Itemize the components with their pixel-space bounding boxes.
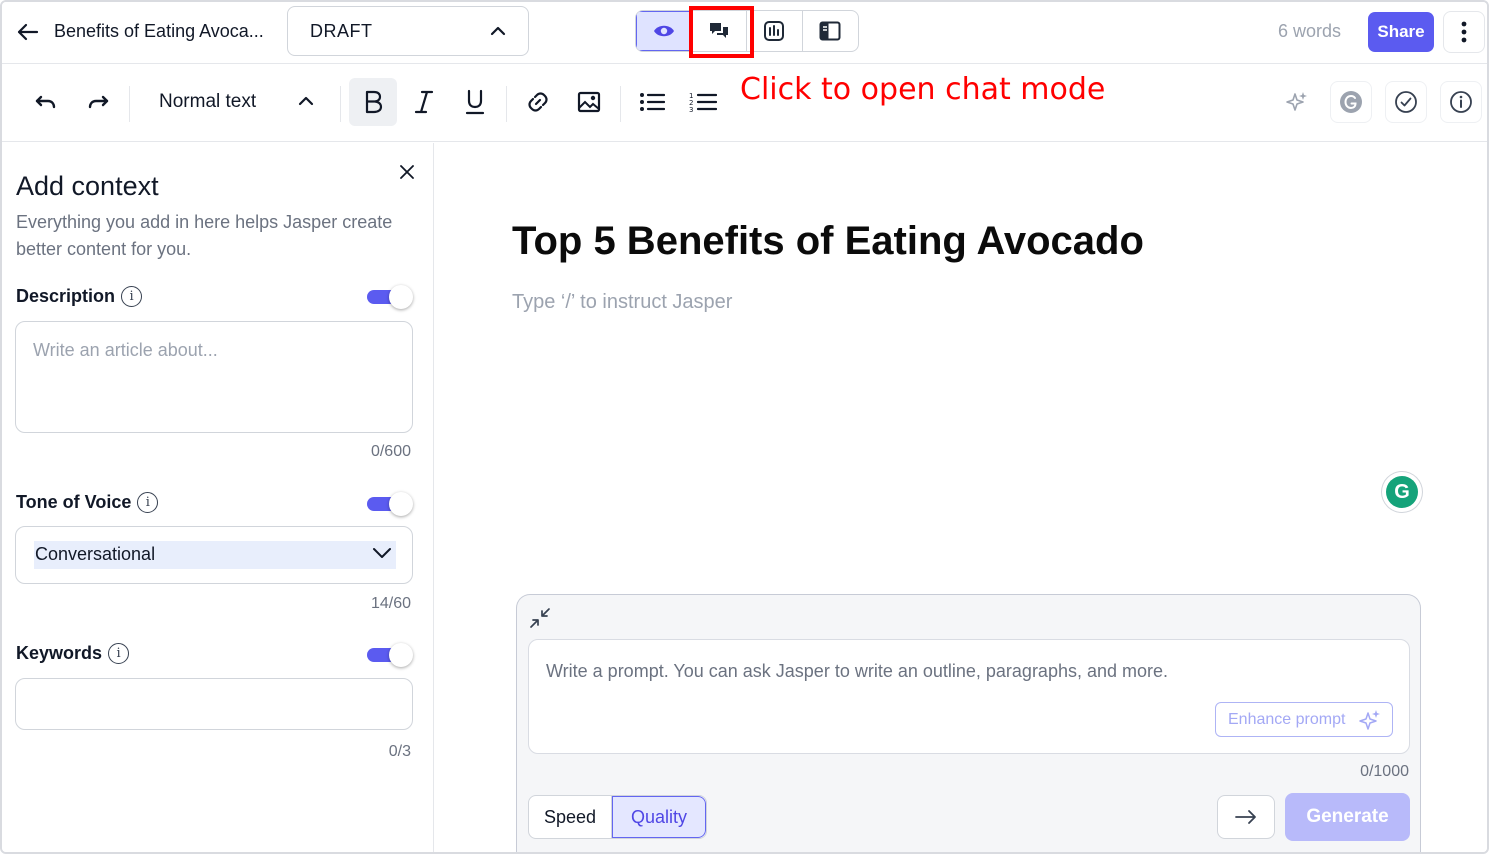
sparkle-icon <box>1359 710 1380 730</box>
underline-icon[interactable] <box>453 78 497 126</box>
info-icon[interactable]: i <box>108 643 130 664</box>
description-placeholder: Write an article about... <box>33 340 218 360</box>
share-button[interactable]: Share <box>1368 12 1434 52</box>
chat-icon <box>709 23 728 38</box>
description-textarea[interactable]: Write an article about... <box>15 321 413 433</box>
collapse-icon[interactable] <box>527 605 553 631</box>
annotation-label: Click to open chat mode <box>740 72 1106 107</box>
description-counter: 0/600 <box>370 443 411 460</box>
context-sidebar: Add context Everything you add in here h… <box>2 143 434 852</box>
editor-placeholder[interactable]: Type ‘/’ to instruct Jasper <box>512 291 732 314</box>
word-count: 6 words <box>1278 21 1342 41</box>
redo-icon[interactable] <box>76 78 120 126</box>
document-heading[interactable]: Top 5 Benefits of Eating Avocado <box>512 219 1144 264</box>
tone-toggle[interactable] <box>367 491 413 517</box>
text-style-label: Normal text <box>159 91 257 112</box>
sidebar-title: Add context <box>16 171 159 201</box>
numbered-list-icon[interactable]: 123 <box>681 78 725 126</box>
analytics-icon <box>764 21 785 41</box>
bullet-list-icon[interactable] <box>630 78 674 126</box>
keywords-input[interactable] <box>15 678 413 730</box>
enhance-prompt-label: Enhance prompt <box>1228 710 1346 728</box>
toolbar-divider <box>506 86 507 122</box>
more-options-icon[interactable] <box>1443 11 1485 53</box>
arrow-right-icon[interactable] <box>1217 795 1275 839</box>
description-toggle[interactable] <box>367 284 413 310</box>
italic-icon[interactable] <box>402 78 446 126</box>
keywords-toggle[interactable] <box>367 642 413 668</box>
quality-mode-button[interactable]: Quality <box>612 796 706 838</box>
close-icon[interactable] <box>394 159 420 185</box>
grammarly-icon: G <box>1386 476 1418 508</box>
keywords-label-text: Keywords <box>16 643 103 663</box>
tone-value: Conversational <box>34 541 396 569</box>
generate-button[interactable]: Generate <box>1285 793 1410 841</box>
info-icon[interactable]: i <box>137 492 159 513</box>
eye-icon <box>653 25 674 37</box>
chat-mode-button[interactable] <box>692 11 748 51</box>
prompt-counter: 0/1000 <box>1360 763 1409 780</box>
ai-sparkle-icon[interactable] <box>1276 81 1318 123</box>
prompt-placeholder: Write a prompt. You can ask Jasper to wr… <box>546 661 1169 681</box>
view-mode-switcher <box>635 10 859 52</box>
status-dropdown[interactable]: DRAFT <box>287 6 529 56</box>
mode-toggle-group: Speed Quality <box>528 795 707 839</box>
toolbar-divider <box>129 86 130 122</box>
sidebar-subtitle: Everything you add in here helps Jasper … <box>16 212 393 259</box>
keywords-label: Keywords i <box>16 643 130 664</box>
keywords-counter: 0/3 <box>388 743 411 760</box>
analytics-mode-button[interactable] <box>747 11 803 51</box>
image-icon[interactable] <box>567 78 611 126</box>
toolbar-divider <box>620 86 621 122</box>
svg-text:3: 3 <box>689 106 693 113</box>
prompt-panel: Write a prompt. You can ask Jasper to wr… <box>516 594 1421 852</box>
toggle-knob <box>389 285 413 309</box>
document-title[interactable]: Benefits of Eating Avoca... <box>54 21 264 42</box>
enhance-prompt-button[interactable]: Enhance prompt <box>1215 702 1393 737</box>
description-label-text: Description <box>16 286 116 306</box>
chevron-up-icon <box>490 26 506 36</box>
speed-mode-button[interactable]: Speed <box>529 796 613 838</box>
description-label: Description i <box>16 286 143 307</box>
toggle-knob <box>389 643 413 667</box>
undo-icon[interactable] <box>24 78 68 126</box>
link-icon[interactable] <box>516 78 560 126</box>
sidebar-layout-icon <box>819 21 841 41</box>
tone-counter: 14/60 <box>370 595 411 612</box>
tone-select[interactable]: Conversational <box>15 526 413 584</box>
tone-label: Tone of Voice i <box>16 492 159 513</box>
app-window: Benefits of Eating Avoca... DRAFT 6 word… <box>0 0 1489 854</box>
grammarly-widget[interactable]: G <box>1382 472 1422 512</box>
top-bar: Benefits of Eating Avoca... DRAFT 6 word… <box>2 2 1487 64</box>
text-style-dropdown[interactable]: Normal text <box>142 78 332 126</box>
info-icon[interactable]: i <box>121 286 143 307</box>
layout-mode-button[interactable] <box>803 11 858 51</box>
tone-label-text: Tone of Voice <box>16 492 132 512</box>
info-icon[interactable] <box>1440 81 1482 123</box>
chevron-down-icon <box>373 548 391 558</box>
grammarly-toolbar-icon[interactable] <box>1330 81 1372 123</box>
chevron-up-icon <box>298 96 314 106</box>
bold-icon[interactable] <box>349 78 397 126</box>
check-circle-icon[interactable] <box>1385 81 1427 123</box>
toolbar-divider <box>340 86 341 122</box>
editor-area: Top 5 Benefits of Eating Avocado Type ‘/… <box>435 143 1487 852</box>
prompt-input[interactable]: Write a prompt. You can ask Jasper to wr… <box>528 639 1410 754</box>
toggle-knob <box>389 492 413 516</box>
status-label: DRAFT <box>310 20 373 41</box>
preview-mode-button[interactable] <box>636 11 692 51</box>
back-arrow-icon[interactable] <box>14 18 42 46</box>
